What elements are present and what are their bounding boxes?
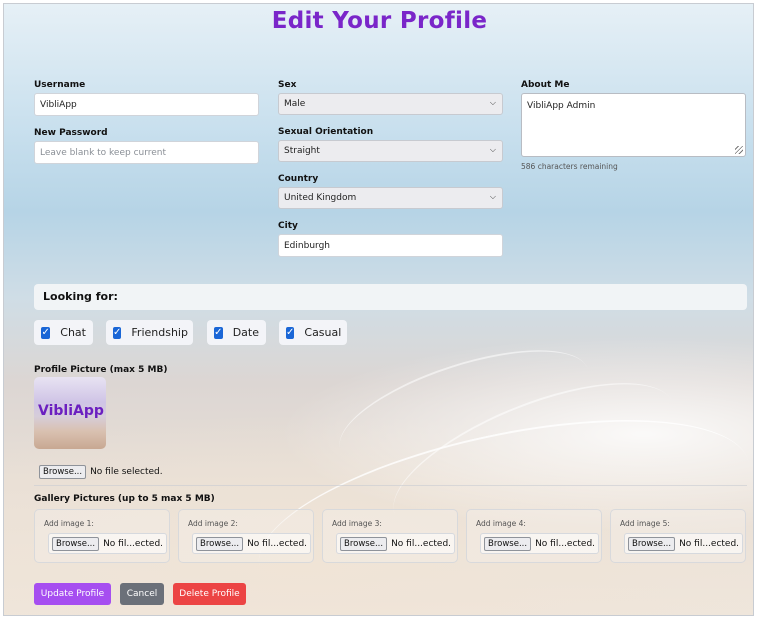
checkbox-checked-icon[interactable]: ✓ [214, 326, 223, 339]
file-status: No fil...ected. [247, 538, 308, 549]
looking-for-casual[interactable]: ✓ Casual [279, 320, 347, 345]
about-chars-remaining: 586 characters remaining [521, 162, 618, 171]
looking-for-date[interactable]: ✓ Date [207, 320, 266, 345]
looking-for-heading: Looking for: [34, 284, 747, 310]
sex-select[interactable]: Male ⌵ [278, 93, 503, 115]
gallery-file-input[interactable]: Browse... No fil...ected. [336, 533, 456, 554]
gallery-slot-label: Add image 5: [620, 519, 670, 528]
chip-label: Casual [304, 326, 342, 339]
gallery-slot-3: Add image 3: Browse... No fil...ected. [322, 509, 458, 563]
file-status: No file selected. [90, 467, 163, 477]
avatar-logo-text: VibliApp [38, 403, 104, 419]
country-label: Country [278, 174, 319, 184]
browse-button[interactable]: Browse... [628, 536, 676, 551]
browse-button[interactable]: Browse... [52, 536, 100, 551]
new-password-input[interactable]: Leave blank to keep current [34, 141, 259, 164]
orientation-select-value: Straight [284, 146, 320, 156]
gallery-slot-label: Add image 1: [44, 519, 94, 528]
browse-button[interactable]: Browse... [340, 536, 388, 551]
file-status: No fil...ected. [679, 538, 740, 549]
gallery-label: Gallery Pictures (up to 5 max 5 MB) [34, 494, 215, 504]
chevron-down-icon: ⌵ [489, 192, 496, 201]
gallery-slot-label: Add image 3: [332, 519, 382, 528]
about-label: About Me [521, 80, 570, 90]
profile-picture-label: Profile Picture (max 5 MB) [34, 365, 168, 375]
chip-label: Chat [60, 326, 86, 339]
gallery-slot-2: Add image 2: Browse... No fil...ected. [178, 509, 314, 563]
gallery-file-input[interactable]: Browse... No fil...ected. [48, 533, 168, 554]
chevron-down-icon: ⌵ [489, 98, 496, 107]
cancel-button[interactable]: Cancel [120, 583, 164, 605]
checkbox-checked-icon[interactable]: ✓ [113, 326, 122, 339]
username-input[interactable]: VibliApp [34, 93, 259, 116]
file-status: No fil...ected. [535, 538, 596, 549]
file-status: No fil...ected. [103, 538, 164, 549]
country-select-value: United Kingdom [284, 193, 357, 203]
country-select[interactable]: United Kingdom ⌵ [278, 187, 503, 209]
orientation-label: Sexual Orientation [278, 127, 374, 137]
gallery-file-input[interactable]: Browse... No fil...ected. [192, 533, 312, 554]
gallery-slot-label: Add image 2: [188, 519, 238, 528]
profile-picture-file-input[interactable]: Browse... No file selected. [39, 465, 163, 479]
chip-label: Date [232, 326, 259, 339]
chevron-down-icon: ⌵ [489, 145, 496, 154]
orientation-select[interactable]: Straight ⌵ [278, 140, 503, 162]
about-text: VibliApp Admin [527, 101, 596, 111]
browse-button[interactable]: Browse... [484, 536, 532, 551]
new-password-label: New Password [34, 128, 108, 138]
browse-button[interactable]: Browse... [196, 536, 244, 551]
resize-grip-icon[interactable] [735, 146, 743, 154]
gallery-slot-1: Add image 1: Browse... No fil...ected. [34, 509, 170, 563]
checkbox-checked-icon[interactable]: ✓ [41, 326, 51, 339]
gallery-slot-5: Add image 5: Browse... No fil...ected. [610, 509, 746, 563]
checkbox-checked-icon[interactable]: ✓ [286, 326, 295, 339]
divider [34, 485, 747, 486]
chip-label: Friendship [131, 326, 188, 339]
profile-picture-preview: VibliApp [34, 377, 106, 449]
looking-for-friendship[interactable]: ✓ Friendship [106, 320, 193, 345]
update-profile-button[interactable]: Update Profile [34, 583, 111, 605]
username-label: Username [34, 80, 86, 90]
looking-for-chat[interactable]: ✓ Chat [34, 320, 93, 345]
city-input[interactable]: Edinburgh [278, 234, 503, 257]
gallery-file-input[interactable]: Browse... No fil...ected. [480, 533, 600, 554]
gallery-file-input[interactable]: Browse... No fil...ected. [624, 533, 744, 554]
gallery-slot-label: Add image 4: [476, 519, 526, 528]
browse-button[interactable]: Browse... [39, 465, 87, 479]
city-label: City [278, 221, 298, 231]
delete-profile-button[interactable]: Delete Profile [173, 583, 246, 605]
sex-label: Sex [278, 80, 297, 90]
about-textarea[interactable]: VibliApp Admin [521, 93, 746, 157]
gallery-slot-4: Add image 4: Browse... No fil...ected. [466, 509, 602, 563]
file-status: No fil...ected. [391, 538, 452, 549]
sex-select-value: Male [284, 99, 306, 109]
page-title: Edit Your Profile [271, 8, 488, 34]
